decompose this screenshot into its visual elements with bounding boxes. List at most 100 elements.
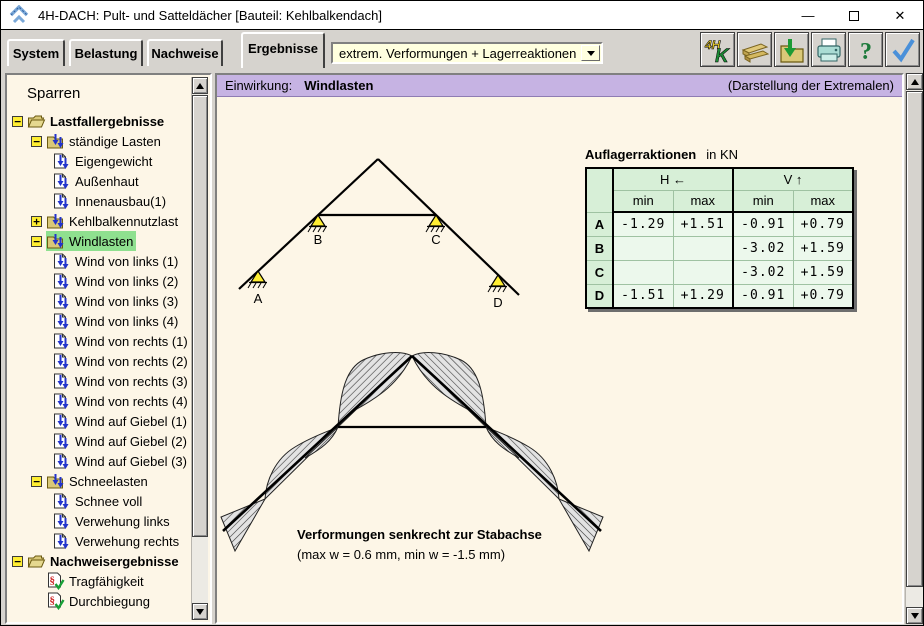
reactions-table: H ← V ↑ min max min max A -1.29 +1.51 -0… (585, 167, 854, 309)
tree-item-nachweisergebnisse[interactable]: −Nachweisergebnisse (7, 551, 191, 571)
tree-item-wind-giebel-3[interactable]: Wind auf Giebel (3) (7, 451, 191, 471)
collapse-icon[interactable]: − (31, 136, 42, 147)
minimize-button[interactable]: — (785, 1, 831, 30)
deformation-caption-title: Verformungen senkrecht zur Stabachse (297, 527, 542, 542)
timber-button[interactable] (737, 32, 772, 67)
loads-folder-icon (46, 212, 65, 230)
chevron-down-icon (587, 51, 595, 56)
loadcase-doc-icon (52, 532, 71, 550)
tree-item-wind-giebel-2[interactable]: Wind auf Giebel (2) (7, 431, 191, 451)
collapse-icon[interactable]: − (12, 556, 23, 567)
tab-system[interactable]: System (7, 39, 65, 66)
tree-item-wind-links-4[interactable]: Wind von links (4) (7, 311, 191, 331)
tree-item-wind-rechts-4[interactable]: Wind von rechts (4) (7, 391, 191, 411)
toolbar: System Belastung Nachweise Ergebnisse ex… (1, 31, 923, 69)
loadcase-doc-icon (52, 372, 71, 390)
tree-item-aussenhaut[interactable]: Außenhaut (7, 171, 191, 191)
expand-icon[interactable]: + (31, 216, 42, 227)
loadcase-doc-icon (52, 392, 71, 410)
loads-folder-icon (46, 472, 65, 490)
tree-item-wind-links-1[interactable]: Wind von links (1) (7, 251, 191, 271)
title-bar: 4H-DACH: Pult- und Satteldächer [Bauteil… (1, 1, 923, 30)
loads-folder-icon (46, 132, 65, 150)
proof-doc-icon (46, 592, 65, 610)
tab-ergebnisse[interactable]: Ergebnisse (241, 32, 325, 68)
tab-nachweise[interactable]: Nachweise (147, 39, 223, 66)
logo-4hk-button[interactable]: 4H K (700, 32, 735, 67)
arrow-up-icon (911, 79, 919, 85)
loadcase-doc-icon (52, 292, 71, 310)
maximize-button[interactable] (831, 1, 877, 30)
table-row: C -3.02 +1.59 (586, 260, 853, 284)
scroll-down-button[interactable] (906, 607, 923, 624)
close-button[interactable]: ✕ (877, 1, 923, 30)
print-button[interactable] (811, 32, 846, 67)
result-type-dropdown[interactable]: extrem. Verformungen + Lagerreaktionen (331, 42, 603, 64)
save-button[interactable] (774, 32, 809, 67)
svg-text:K: K (715, 46, 730, 64)
support-label-a: A (254, 291, 263, 306)
loadcase-doc-icon (52, 152, 71, 170)
tree-item-wind-rechts-3[interactable]: Wind von rechts (3) (7, 371, 191, 391)
loadcase-doc-icon (52, 312, 71, 330)
loadcase-doc-icon (52, 412, 71, 430)
tree-item-lastfallergebnisse[interactable]: −Lastfallergebnisse (7, 111, 191, 131)
loads-folder-icon (46, 232, 65, 250)
tree-item-schneelasten[interactable]: −Schneelasten (7, 471, 191, 491)
arrow-up-icon (196, 83, 204, 89)
collapse-icon[interactable]: − (31, 236, 42, 247)
tree-item-wind-links-3[interactable]: Wind von links (3) (7, 291, 191, 311)
extremal-note: (Darstellung der Extremalen) (728, 78, 894, 93)
confirm-button[interactable] (885, 32, 920, 67)
result-view-panel: Einwirkung: Windlasten (Darstellung der … (215, 73, 904, 624)
proof-doc-icon (46, 572, 65, 590)
table-corner-cell (586, 168, 613, 212)
scroll-up-button[interactable] (192, 77, 208, 94)
tree-item-verwehung-rechts[interactable]: Verwehung rechts (7, 531, 191, 551)
col-group-h: H ← (613, 168, 733, 190)
tab-belastung[interactable]: Belastung (69, 39, 143, 66)
app-roof-icon (9, 5, 29, 25)
deformation-caption: Verformungen senkrecht zur Stabachse (ma… (297, 527, 542, 562)
main-scrollbar[interactable] (905, 73, 923, 624)
tree-scrollbar[interactable] (191, 77, 208, 620)
4hk-logo-icon: 4H K (704, 36, 732, 64)
tree-item-staendige-lasten[interactable]: −ständige Lasten (7, 131, 191, 151)
dropdown-arrow-button[interactable] (581, 45, 600, 61)
tree-item-wind-rechts-1[interactable]: Wind von rechts (1) (7, 331, 191, 351)
tree-item-wind-giebel-1[interactable]: Wind auf Giebel (1) (7, 411, 191, 431)
collapse-icon[interactable]: − (31, 476, 42, 487)
reactions-table-block: Auflagerraktionenin KN H ← V ↑ min max m… (585, 147, 854, 309)
scrollbar-thumb[interactable] (906, 91, 923, 587)
help-button[interactable]: ? (848, 32, 883, 67)
tree-item-schnee-voll[interactable]: Schnee voll (7, 491, 191, 511)
loadcase-doc-icon (52, 272, 71, 290)
tree-item-kehlbalkennutzlast[interactable]: +Kehlbalkennutzlast (7, 211, 191, 231)
tree-item-eigengewicht[interactable]: Eigengewicht (7, 151, 191, 171)
collapse-icon[interactable]: − (12, 116, 23, 127)
table-row: A -1.29 +1.51 -0.91 +0.79 (586, 212, 853, 236)
scrollbar-thumb[interactable] (192, 95, 208, 537)
einwirkung-label: Einwirkung: (225, 78, 292, 93)
support-icon (488, 275, 507, 292)
tree-item-innenausbau[interactable]: Innenausbau(1) (7, 191, 191, 211)
support-icon (248, 271, 267, 288)
result-header: Einwirkung: Windlasten (Darstellung der … (217, 75, 902, 97)
col-group-v: V ↑ (733, 168, 853, 190)
tree-item-wind-rechts-2[interactable]: Wind von rechts (2) (7, 351, 191, 371)
open-folder-icon (27, 552, 46, 570)
tree-item-durchbiegung[interactable]: Durchbiegung (7, 591, 191, 611)
maximize-icon (849, 11, 859, 21)
loadcase-doc-icon (52, 192, 71, 210)
svg-text:?: ? (860, 39, 872, 64)
checkmark-icon (889, 36, 917, 64)
tree-item-tragfaehigkeit[interactable]: Tragfähigkeit (7, 571, 191, 591)
scroll-up-button[interactable] (906, 73, 923, 90)
scroll-down-button[interactable] (192, 603, 208, 620)
table-row: B -3.02 +1.59 (586, 236, 853, 260)
deformation-diagram (221, 353, 603, 551)
tree-item-verwehung-links[interactable]: Verwehung links (7, 511, 191, 531)
tree-item-windlasten[interactable]: −Windlasten (7, 231, 191, 251)
tree-item-wind-links-2[interactable]: Wind von links (2) (7, 271, 191, 291)
loadcase-doc-icon (52, 512, 71, 530)
